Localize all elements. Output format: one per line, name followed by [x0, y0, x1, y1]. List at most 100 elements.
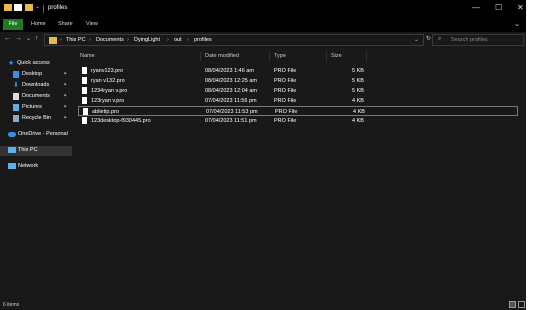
pin-icon[interactable]: ✦ — [63, 82, 67, 88]
file-date: 07/04/2023 11:51 pm — [205, 118, 257, 124]
back-button[interactable]: ← — [4, 35, 11, 42]
file-name: ryan v132.pro — [91, 78, 125, 84]
address-dropdown-chevron-icon[interactable]: ⌄ — [414, 37, 419, 43]
sidebar-item-pictures[interactable]: Pictures ✦ — [0, 103, 72, 113]
sidebar-item-label: Pictures — [22, 104, 42, 110]
sidebar-item-downloads[interactable]: ⬇ Downloads ✦ — [0, 81, 72, 91]
sidebar-item-label: Documents — [22, 93, 50, 99]
file-size: 4 KB — [353, 109, 365, 115]
status-bar: 6 items — [0, 300, 526, 310]
file-type: PRO File — [274, 68, 297, 74]
search-icon: ⌕ — [438, 36, 442, 42]
sidebar-item-label: Network — [18, 163, 39, 169]
refresh-button[interactable]: ↻ — [426, 35, 431, 42]
breadcrumb-documents[interactable]: Documents — [96, 37, 124, 43]
pin-icon[interactable]: ✦ — [63, 104, 67, 110]
table-row[interactable]: 1234ryan v.pro 08/04/2023 12:04 am PRO F… — [78, 86, 518, 96]
sidebar-item-label: Desktop — [22, 71, 43, 77]
column-divider[interactable] — [326, 52, 327, 61]
properties-icon[interactable] — [14, 4, 22, 11]
file-icon — [82, 97, 87, 104]
file-name: 123desktop-f930445.pro — [91, 118, 151, 124]
forward-button[interactable]: → — [15, 35, 22, 42]
desktop-icon — [13, 71, 19, 78]
breadcrumb-separator: › — [127, 37, 129, 43]
breadcrumb-separator: › — [89, 37, 91, 43]
maximize-button[interactable]: ☐ — [495, 3, 502, 12]
file-size: 4 KB — [352, 118, 364, 124]
tab-share[interactable]: Share — [58, 21, 73, 27]
breadcrumb-out[interactable]: out — [174, 37, 182, 43]
address-input[interactable]: › This PC › Documents › DyingLight › out… — [44, 34, 424, 46]
file-name: ablietip.pro — [92, 109, 119, 115]
file-type: PRO File — [275, 109, 298, 115]
file-size: 5 KB — [352, 78, 364, 84]
star-icon: ★ — [8, 60, 15, 67]
table-row[interactable]: 123desktop-f930445.pro 07/04/2023 11:51 … — [78, 116, 518, 126]
file-list: Name Date modified Type Size ryanv123.pr… — [74, 50, 524, 300]
breadcrumb-separator: › — [167, 37, 169, 43]
pin-icon[interactable]: ✦ — [63, 71, 67, 77]
expand-ribbon-chevron-icon[interactable]: ⌄ — [514, 20, 520, 28]
tab-file[interactable]: File — [3, 19, 23, 30]
table-row[interactable]: 123ryan v.pro 07/04/2023 11:56 pm PRO Fi… — [78, 96, 518, 106]
file-date: 07/04/2023 11:53 pm — [206, 109, 258, 115]
column-header-name[interactable]: Name — [80, 53, 95, 59]
column-divider[interactable] — [269, 52, 270, 61]
sidebar-item-onedrive[interactable]: OneDrive - Personal — [0, 130, 72, 140]
file-date: 07/04/2023 11:56 pm — [205, 98, 257, 104]
file-icon — [83, 108, 88, 115]
tab-home[interactable]: Home — [31, 21, 46, 27]
close-button[interactable]: ✕ — [517, 3, 524, 12]
sidebar-item-this-pc[interactable]: This PC — [0, 146, 72, 156]
sidebar-item-label: Downloads — [22, 82, 50, 88]
title-divider — [43, 5, 44, 13]
file-type: PRO File — [274, 118, 297, 124]
file-name: 123ryan v.pro — [91, 98, 125, 104]
search-placeholder: Search profiles — [451, 37, 488, 43]
title-bar: ⌄ profiles — ☐ ✕ — [0, 0, 526, 18]
sidebar-item-recycle-bin[interactable]: Recycle Bin ✦ — [0, 114, 72, 124]
sidebar-item-desktop[interactable]: Desktop ✦ — [0, 70, 72, 80]
folder-icon — [4, 4, 12, 11]
new-folder-icon[interactable] — [25, 4, 33, 11]
folder-icon — [49, 37, 57, 44]
sidebar-item-network[interactable]: Network — [0, 162, 72, 172]
sidebar-item-documents[interactable]: Documents ✦ — [0, 92, 72, 102]
large-icons-view-button[interactable] — [518, 301, 525, 308]
tab-view[interactable]: View — [86, 21, 98, 27]
table-row[interactable]: ablietip.pro 07/04/2023 11:53 pm PRO Fil… — [78, 106, 518, 116]
file-icon — [82, 67, 87, 74]
table-row[interactable]: ryan v132.pro 08/04/2023 12:25 am PRO Fi… — [78, 76, 518, 86]
ribbon-tabs: File Home Share View ⌄ — [0, 18, 526, 32]
breadcrumb-separator: › — [187, 37, 189, 43]
pin-icon[interactable]: ✦ — [63, 115, 67, 121]
minimize-button[interactable]: — — [472, 3, 480, 12]
table-row[interactable]: ryanv123.pro 08/04/2023 1:46 am PRO File… — [78, 66, 518, 76]
breadcrumb-profiles[interactable]: profiles — [194, 37, 212, 43]
column-divider[interactable] — [200, 52, 201, 61]
breadcrumb-dyinglight[interactable]: DyingLight — [134, 37, 160, 43]
column-header-size[interactable]: Size — [331, 53, 342, 59]
details-view-button[interactable] — [509, 301, 516, 308]
column-header-type[interactable]: Type — [274, 53, 286, 59]
breadcrumb-this-pc[interactable]: This PC — [66, 37, 86, 43]
recycle-bin-icon — [13, 115, 19, 122]
quick-access-toolbar-chevron-icon[interactable]: ⌄ — [35, 3, 43, 10]
pictures-icon — [13, 104, 19, 111]
recent-locations-chevron-icon[interactable]: ⌄ — [26, 35, 31, 42]
up-button[interactable]: ↑ — [35, 35, 39, 42]
sidebar-item-label: OneDrive - Personal — [18, 131, 68, 137]
network-icon — [8, 163, 16, 169]
search-input[interactable]: ⌕ Search profiles — [432, 34, 524, 46]
sidebar-item-label: This PC — [18, 147, 38, 153]
pin-icon[interactable]: ✦ — [63, 93, 67, 99]
breadcrumb-separator: › — [60, 37, 62, 43]
sidebar-item-quick-access[interactable]: ★ Quick access — [0, 59, 72, 69]
navigation-pane: ★ Quick access Desktop ✦ ⬇ Downloads ✦ D… — [0, 50, 72, 300]
column-divider[interactable] — [366, 52, 367, 61]
sidebar-item-label: Quick access — [17, 60, 50, 66]
file-date: 08/04/2023 1:46 am — [205, 68, 254, 74]
address-bar-row: ← → ⌄ ↑ › This PC › Documents › DyingLig… — [0, 32, 526, 48]
column-header-date[interactable]: Date modified — [205, 53, 239, 59]
